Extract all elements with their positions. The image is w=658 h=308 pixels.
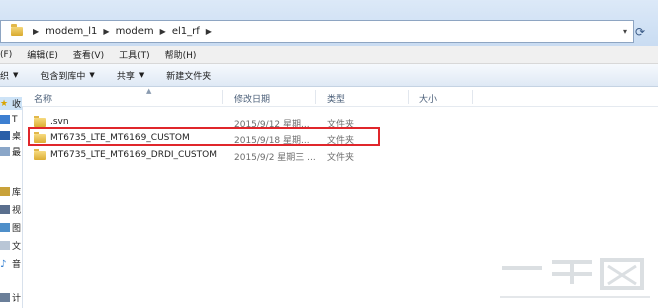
download-icon — [0, 115, 10, 124]
chevron-down-icon: ▼ — [89, 71, 95, 79]
refresh-icon[interactable]: ⟳ — [633, 25, 647, 39]
chevron-down-icon: ▼ — [13, 71, 19, 79]
menu-help[interactable]: 帮助(H) — [165, 48, 197, 61]
sidebar-item-label: 音 — [12, 260, 22, 270]
sidebar-item-label: 最 — [12, 148, 22, 158]
sidebar-item-favorites[interactable]: ★ 收 — [0, 97, 22, 110]
share-button[interactable]: 共享 ▼ — [117, 69, 144, 82]
chevron-right-icon[interactable]: ▶ — [103, 27, 109, 36]
folder-icon — [34, 116, 46, 127]
file-name: .svn — [50, 117, 69, 127]
menu-tools[interactable]: 工具(T) — [119, 48, 150, 61]
column-size[interactable]: 大小 — [419, 92, 437, 105]
menu-file[interactable]: (F) — [0, 50, 12, 60]
column-divider[interactable] — [408, 90, 409, 104]
column-name[interactable]: 名称 — [34, 92, 52, 105]
menu-bar: (F) 编辑(E) 查看(V) 工具(T) 帮助(H) — [0, 46, 658, 64]
column-divider[interactable] — [472, 90, 473, 104]
sort-up-icon: ▲ — [146, 87, 152, 95]
desktop-icon — [0, 131, 10, 140]
sidebar-item-computer[interactable]: 计 — [0, 291, 21, 304]
sidebar-item-label: 库 — [12, 188, 22, 198]
chevron-right-icon[interactable]: ▶ — [206, 27, 212, 36]
document-icon — [0, 241, 10, 250]
watermark-logo — [500, 258, 650, 298]
sidebar-item-documents[interactable]: 文 — [0, 239, 21, 252]
include-in-library-label: 包含到库中 — [40, 71, 86, 82]
address-bar[interactable]: ▶ modem_l1 ▶ modem ▶ el1_rf ▶ ▾ — [0, 20, 634, 43]
picture-icon — [0, 223, 10, 232]
sidebar-item-label: 文 — [12, 242, 22, 252]
video-icon — [0, 205, 10, 214]
include-in-library-button[interactable]: 包含到库中 ▼ — [40, 69, 94, 82]
column-divider[interactable] — [222, 90, 223, 104]
music-icon: ♪ — [0, 259, 7, 270]
chevron-right-icon[interactable]: ▶ — [160, 27, 166, 36]
address-dropdown-button[interactable]: ▾ — [623, 27, 627, 36]
new-folder-label: 新建文件夹 — [166, 71, 212, 82]
file-name: MT6735_LTE_MT6169_DRDI_CUSTOM — [50, 150, 217, 160]
breadcrumb-item[interactable]: modem — [116, 26, 154, 37]
breadcrumb-item[interactable]: modem_l1 — [45, 26, 97, 37]
sidebar-item-recent[interactable]: 最 — [0, 145, 21, 158]
column-divider[interactable] — [315, 90, 316, 104]
breadcrumb-item[interactable]: el1_rf — [172, 26, 200, 37]
sidebar-item-label: 图 — [12, 224, 22, 234]
folder-icon — [34, 149, 46, 160]
sidebar-item-music[interactable]: ♪ 音 — [0, 257, 21, 270]
chevron-right-icon[interactable]: ▶ — [33, 27, 39, 36]
column-date[interactable]: 修改日期 — [234, 92, 270, 105]
new-folder-button[interactable]: 新建文件夹 — [166, 69, 211, 82]
sidebar-item-label: T — [12, 114, 18, 125]
sidebar-item-label: 收 — [12, 100, 22, 110]
organize-button[interactable]: 织 ▼ — [0, 69, 18, 82]
share-label: 共享 — [116, 71, 135, 82]
library-icon — [0, 187, 10, 196]
sidebar-item-label: 桌 — [12, 132, 22, 142]
file-row-drdi-custom[interactable]: MT6735_LTE_MT6169_DRDI_CUSTOM 2015/9/2 星… — [32, 147, 632, 163]
sidebar-item-libraries[interactable]: 库 — [0, 185, 21, 198]
file-type: 文件夹 — [327, 153, 355, 163]
navigation-pane[interactable]: ★ 收 T 桌 最 库 视 图 文 ♪ 音 计 — [0, 87, 23, 308]
computer-icon — [0, 293, 10, 302]
folder-icon — [11, 24, 23, 36]
sidebar-item-label: 计 — [12, 294, 22, 304]
star-icon: ★ — [0, 99, 9, 109]
recent-places-icon — [0, 147, 10, 156]
menu-edit[interactable]: 编辑(E) — [27, 48, 58, 61]
sidebar-item-videos[interactable]: 视 — [0, 203, 21, 216]
command-toolbar: 织 ▼ 包含到库中 ▼ 共享 ▼ 新建文件夹 — [0, 64, 658, 87]
column-header-row: ▲ 名称 修改日期 类型 大小 — [22, 87, 658, 107]
highlight-annotation-box — [28, 127, 380, 146]
file-date: 2015/9/2 星期三 ... — [234, 153, 316, 163]
title-bar: ▶ modem_l1 ▶ modem ▶ el1_rf ▶ ▾ ⟳ — [0, 0, 658, 47]
menu-view[interactable]: 查看(V) — [73, 48, 104, 61]
organize-label: 织 — [0, 71, 10, 82]
sidebar-item-pictures[interactable]: 图 — [0, 221, 21, 234]
column-type[interactable]: 类型 — [327, 92, 345, 105]
sidebar-item-downloads[interactable]: T — [0, 113, 18, 126]
sidebar-item-label: 视 — [12, 206, 22, 216]
chevron-down-icon: ▼ — [138, 71, 145, 79]
sidebar-item-desktop[interactable]: 桌 — [0, 129, 21, 142]
